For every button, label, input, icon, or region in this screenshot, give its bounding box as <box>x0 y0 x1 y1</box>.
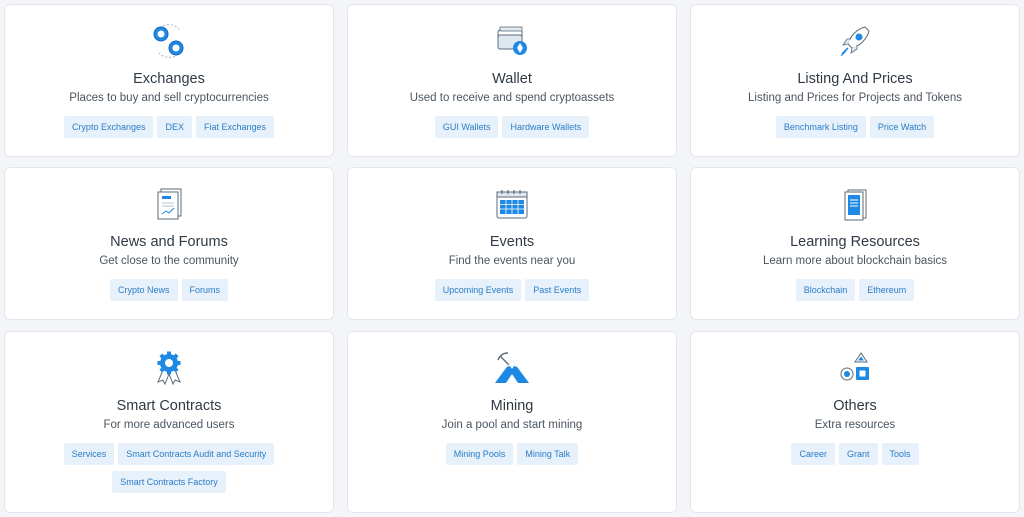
tag-ethereum[interactable]: Ethereum <box>859 279 915 301</box>
tag-mining-talk[interactable]: Mining Talk <box>517 443 579 465</box>
card-listing-and-prices[interactable]: Listing And Prices Listing and Prices fo… <box>690 4 1020 157</box>
tag-list: Blockchain Ethereum <box>701 279 1009 301</box>
calendar-icon <box>492 184 532 224</box>
card-exchanges[interactable]: Exchanges Places to buy and sell cryptoc… <box>4 4 334 157</box>
card-title: Events <box>489 234 535 250</box>
card-learning-resources[interactable]: Learning Resources Learn more about bloc… <box>690 167 1020 320</box>
card-subtitle: Join a pool and start mining <box>441 419 583 431</box>
tag-list: Career Grant Tools <box>701 443 1009 465</box>
tag-crypto-news[interactable]: Crypto News <box>109 279 178 301</box>
card-subtitle: Listing and Prices for Projects and Toke… <box>748 92 962 104</box>
tag-gui-wallets[interactable]: GUI Wallets <box>434 116 499 138</box>
card-title: Smart Contracts <box>116 398 222 414</box>
tag-grant[interactable]: Grant <box>838 443 878 465</box>
card-subtitle: For more advanced users <box>103 419 235 431</box>
card-title: News and Forums <box>110 234 228 250</box>
card-news-and-forums[interactable]: News and Forums Get close to the communi… <box>4 167 334 320</box>
card-title: Exchanges <box>133 71 205 87</box>
tag-smart-contracts-audit[interactable]: Smart Contracts Audit and Security <box>118 443 275 465</box>
tag-list: GUI Wallets Hardware Wallets <box>358 116 666 138</box>
coin-exchange-icon <box>149 21 189 61</box>
card-subtitle: Used to receive and spend cryptoassets <box>409 92 615 104</box>
card-title: Learning Resources <box>790 234 920 250</box>
card-title: Others <box>833 398 877 414</box>
tag-tools[interactable]: Tools <box>881 443 919 465</box>
card-subtitle: Learn more about blockchain basics <box>762 255 948 267</box>
wallet-icon <box>492 21 532 61</box>
mountain-pickaxe-icon <box>492 348 532 388</box>
tag-crypto-exchanges[interactable]: Crypto Exchanges <box>63 116 154 138</box>
card-others[interactable]: Others Extra resources Career Grant Tool… <box>690 331 1020 513</box>
card-subtitle: Find the events near you <box>448 255 576 267</box>
card-subtitle: Get close to the community <box>99 255 239 267</box>
rocket-icon <box>835 21 875 61</box>
card-subtitle: Places to buy and sell cryptocurrencies <box>69 92 269 104</box>
tag-list: Upcoming Events Past Events <box>358 279 666 301</box>
book-icon <box>835 184 875 224</box>
tag-price-watch[interactable]: Price Watch <box>869 116 935 138</box>
category-grid: Exchanges Places to buy and sell cryptoc… <box>0 0 1024 517</box>
card-mining[interactable]: Mining Join a pool and start mining Mini… <box>347 331 677 513</box>
tag-smart-contracts-factory[interactable]: Smart Contracts Factory <box>112 471 226 493</box>
tag-forums[interactable]: Forums <box>181 279 229 301</box>
tag-fiat-exchanges[interactable]: Fiat Exchanges <box>196 116 275 138</box>
tag-services[interactable]: Services <box>63 443 115 465</box>
gear-ribbon-icon <box>149 348 189 388</box>
tag-dex[interactable]: DEX <box>157 116 192 138</box>
tag-list: Crypto Exchanges DEX Fiat Exchanges <box>15 116 323 138</box>
tag-blockchain[interactable]: Blockchain <box>795 279 856 301</box>
tag-benchmark-listing[interactable]: Benchmark Listing <box>775 116 866 138</box>
card-subtitle: Extra resources <box>814 419 896 431</box>
tag-list: Crypto News Forums <box>15 279 323 301</box>
card-title: Wallet <box>492 71 532 87</box>
card-smart-contracts[interactable]: Smart Contracts For more advanced users … <box>4 331 334 513</box>
tag-mining-pools[interactable]: Mining Pools <box>445 443 514 465</box>
card-events[interactable]: Events Find the events near you Upcoming… <box>347 167 677 320</box>
newspaper-icon <box>149 184 189 224</box>
tag-hardware-wallets[interactable]: Hardware Wallets <box>502 116 590 138</box>
card-title: Mining <box>490 398 534 414</box>
card-wallet[interactable]: Wallet Used to receive and spend cryptoa… <box>347 4 677 157</box>
tag-career[interactable]: Career <box>791 443 835 465</box>
shapes-icon <box>835 348 875 388</box>
card-title: Listing And Prices <box>797 71 913 87</box>
tag-past-events[interactable]: Past Events <box>525 279 590 301</box>
tag-list: Benchmark Listing Price Watch <box>701 116 1009 138</box>
tag-list: Services Smart Contracts Audit and Secur… <box>15 443 323 493</box>
tag-list: Mining Pools Mining Talk <box>358 443 666 465</box>
tag-upcoming-events[interactable]: Upcoming Events <box>434 279 522 301</box>
